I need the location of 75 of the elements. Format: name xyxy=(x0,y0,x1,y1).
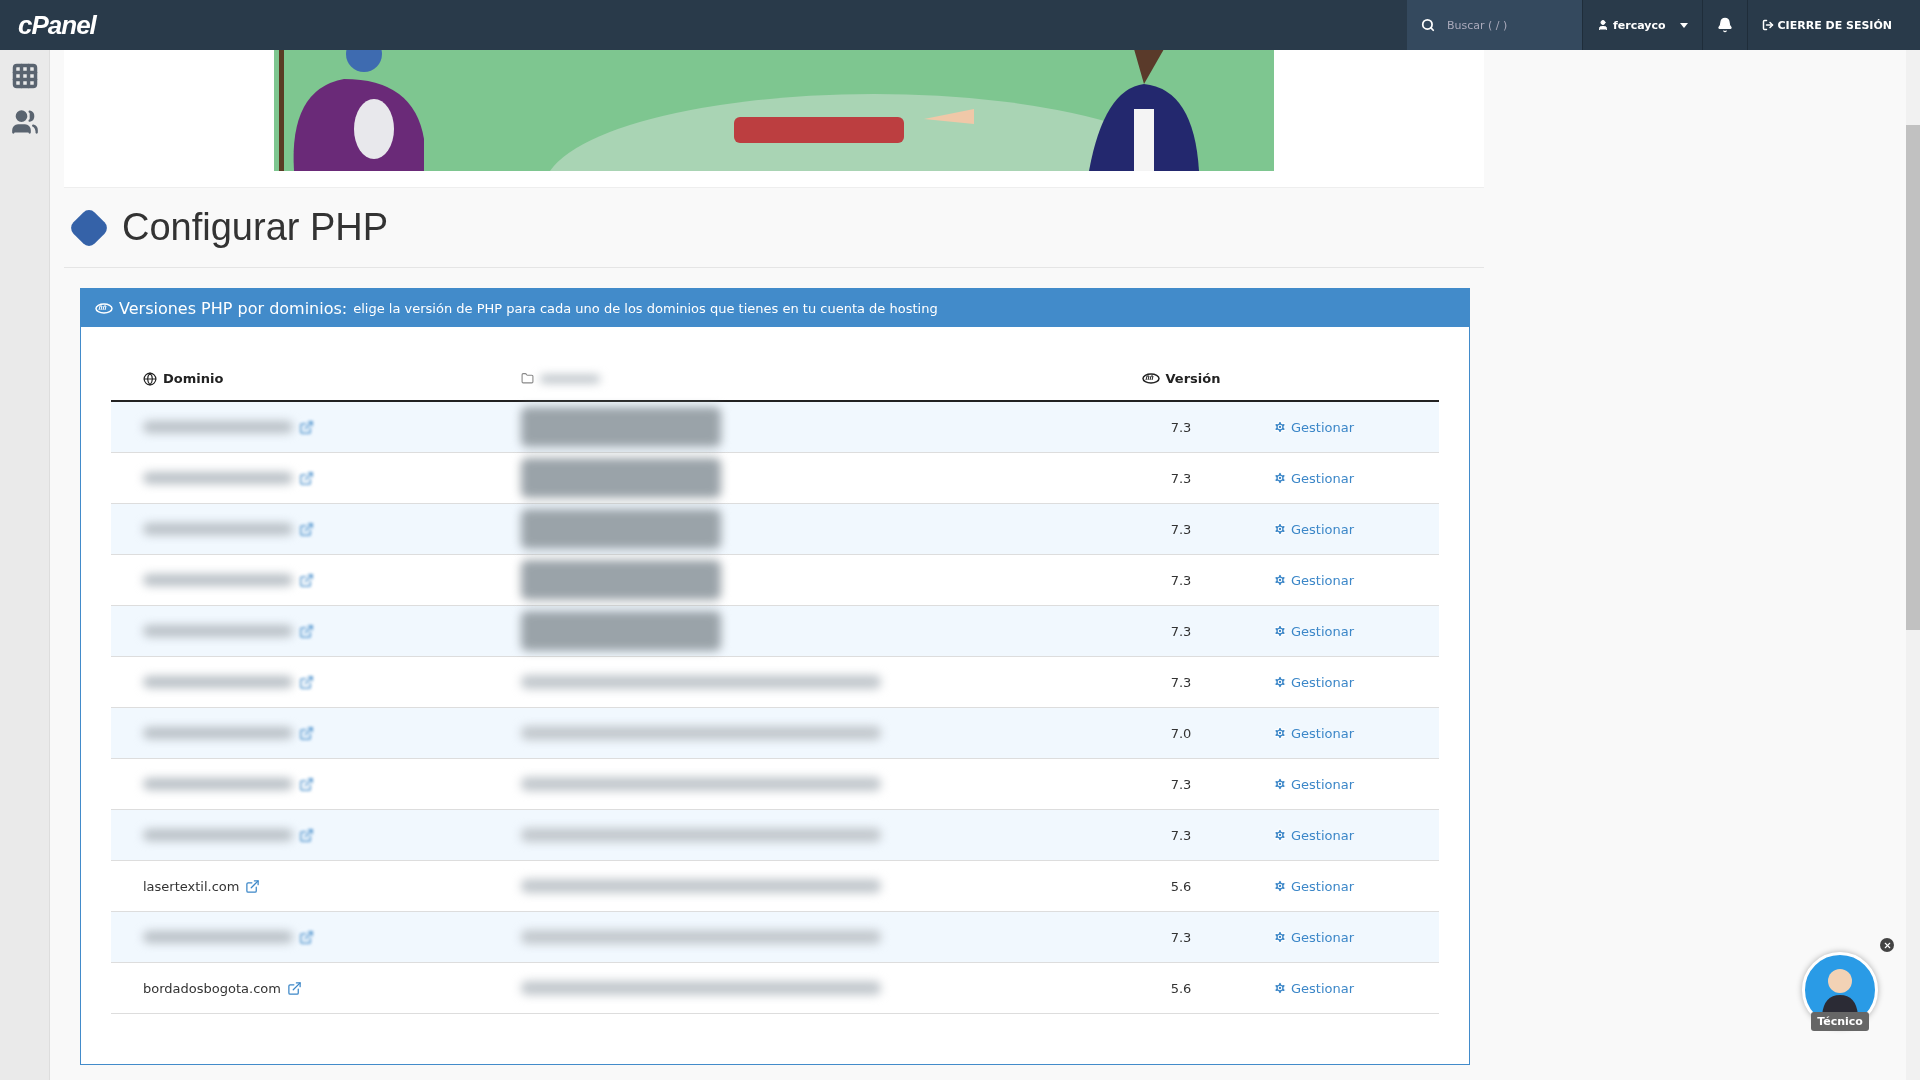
external-link-icon[interactable] xyxy=(299,521,314,537)
external-link-icon[interactable] xyxy=(299,725,314,741)
version-cell: 7.3 xyxy=(1170,929,1192,945)
external-link-icon[interactable] xyxy=(299,776,314,792)
version-cell: 7.3 xyxy=(1170,623,1192,639)
manage-link[interactable]: Gestionar xyxy=(1273,419,1355,435)
search-input[interactable]: Buscar ( / ) xyxy=(1445,17,1555,33)
gear-icon xyxy=(1273,624,1287,638)
user-menu[interactable]: fercayco xyxy=(1582,0,1702,50)
column-header[interactable]: Dominio xyxy=(111,371,501,386)
manage-link[interactable]: Gestionar xyxy=(1273,521,1355,537)
gear-icon xyxy=(1273,420,1287,434)
version-cell: 7.3 xyxy=(1170,674,1192,690)
gear-icon xyxy=(1273,522,1287,536)
php-icon xyxy=(95,302,113,314)
external-link-icon[interactable] xyxy=(299,929,314,945)
manage-link[interactable]: Gestionar xyxy=(1273,878,1355,894)
version-cell: 7.3 xyxy=(1170,827,1192,843)
logout-button[interactable]: CIERRE DE SESIÓN xyxy=(1746,0,1906,50)
close-button[interactable] xyxy=(1880,938,1894,952)
manage-link[interactable]: Gestionar xyxy=(1273,929,1355,945)
page-title: Configurar PHP xyxy=(122,206,389,249)
domain-link[interactable]: bordadosbogota.com xyxy=(143,980,281,996)
gear-icon xyxy=(1273,981,1287,995)
redacted-text xyxy=(540,374,600,383)
gear-icon xyxy=(1273,828,1287,842)
manage-link[interactable]: Gestionar xyxy=(1273,470,1355,486)
globe-icon xyxy=(143,371,157,386)
gear-icon xyxy=(1273,573,1287,587)
gear-icon xyxy=(1273,471,1287,485)
panel-description: elige la versión de PHP para cada uno de los dominios que tienes en tu cuenta de hosting xyxy=(353,300,938,316)
manage-link[interactable]: Gestionar xyxy=(1273,725,1355,741)
version-cell: 5.6 xyxy=(1170,878,1192,894)
search-field[interactable]: Buscar ( / ) xyxy=(1407,0,1582,50)
manage-link[interactable]: Gestionar xyxy=(1273,827,1355,843)
external-link-icon[interactable] xyxy=(299,623,314,639)
search-icon xyxy=(1421,18,1435,32)
cpanel-logo[interactable]: cPanel xyxy=(0,9,96,41)
column-header[interactable]: Versión xyxy=(1121,371,1241,386)
gear-icon xyxy=(1273,879,1287,893)
version-cell: 7.3 xyxy=(1170,419,1192,435)
php-icon xyxy=(1141,373,1160,384)
manage-link[interactable]: Gestionar xyxy=(1273,674,1355,690)
version-cell: 5.6 xyxy=(1170,980,1192,996)
external-link-icon[interactable] xyxy=(299,419,314,435)
manage-link[interactable]: Gestionar xyxy=(1273,623,1355,639)
scrollbar[interactable] xyxy=(1906,50,1920,1080)
external-link-icon[interactable] xyxy=(299,572,314,588)
version-cell: 7.3 xyxy=(1170,521,1192,537)
external-link-icon[interactable] xyxy=(299,470,314,486)
apps-grid-icon[interactable] xyxy=(10,62,39,90)
close-icon xyxy=(1882,940,1892,950)
version-cell: 7.0 xyxy=(1170,725,1192,741)
external-link-icon[interactable] xyxy=(299,827,314,843)
panel-heading: Versiones PHP por dominios: xyxy=(119,298,348,318)
gear-icon xyxy=(1273,726,1287,740)
users-icon[interactable] xyxy=(10,108,39,136)
caret-icon xyxy=(1679,22,1688,28)
gear-icon xyxy=(1273,930,1287,944)
version-cell: 7.3 xyxy=(1170,572,1192,588)
version-cell: 7.3 xyxy=(1170,776,1192,792)
version-cell: 7.3 xyxy=(1170,470,1192,486)
external-link-icon[interactable] xyxy=(286,980,302,996)
external-link-icon[interactable] xyxy=(245,878,261,894)
manage-link[interactable]: Gestionar xyxy=(1273,980,1355,996)
user-icon xyxy=(1597,19,1609,31)
external-link-icon[interactable] xyxy=(299,674,314,690)
bell-icon xyxy=(1716,17,1733,33)
manage-link[interactable]: Gestionar xyxy=(1273,572,1355,588)
manage-link[interactable]: Gestionar xyxy=(1273,776,1355,792)
gear-icon xyxy=(1273,675,1287,689)
folder-icon xyxy=(521,372,534,385)
domain-link[interactable]: lasertextil.com xyxy=(143,878,240,894)
logout-icon xyxy=(1761,19,1774,31)
gear-icon xyxy=(1273,777,1287,791)
